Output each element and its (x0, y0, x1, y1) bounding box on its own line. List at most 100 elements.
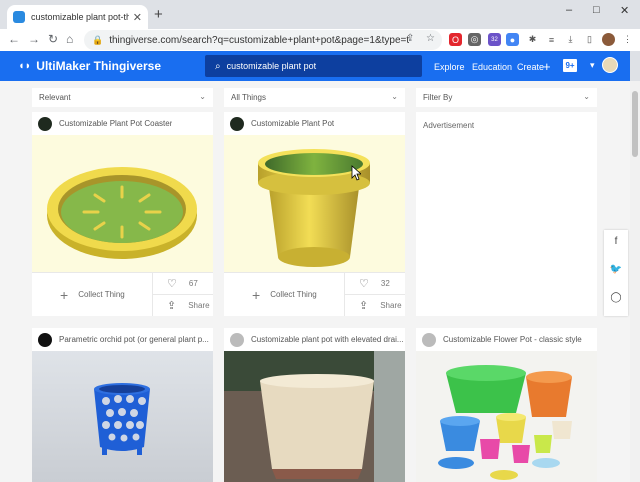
extension-badge-icon[interactable]: 32 (488, 33, 501, 46)
thing-thumbnail[interactable] (224, 351, 405, 482)
like-button[interactable]: ♡ 32 (345, 273, 405, 294)
thing-title[interactable]: Customizable Flower Pot - classic style (443, 335, 582, 344)
lock-icon: 🔒 (92, 34, 104, 45)
bookmark-star-icon[interactable]: ☆ (426, 33, 435, 44)
orchid-pot-render (94, 383, 150, 455)
search-input[interactable] (226, 61, 407, 71)
collect-label: Collect Thing (270, 290, 317, 299)
thing-card[interactable]: Customizable Plant Pot + Collect Thing ♡… (224, 112, 405, 316)
search-results-page: Relevant ⌄ All Things ⌄ Filter By ⌄ Cust… (0, 81, 630, 482)
facebook-icon[interactable]: f (604, 236, 628, 247)
sort-value: Relevant (39, 93, 71, 102)
url-text: thingiverse.com/search?q=customizable+pl… (109, 34, 410, 46)
like-count: 32 (380, 279, 390, 288)
whatsapp-icon[interactable]: ◯ (604, 292, 628, 303)
address-bar[interactable]: 🔒 thingiverse.com/search?q=customizable+… (84, 30, 442, 50)
tab-strip: customizable plant pot-things - ✕ + – □ … (0, 0, 640, 29)
collect-thing-button[interactable]: + Collect Thing (32, 273, 153, 316)
thing-thumbnail[interactable] (32, 351, 213, 482)
window-min-icon[interactable]: – (566, 4, 572, 16)
site-logo[interactable]: ◖◗ UltiMaker Thingiverse (18, 59, 161, 73)
thing-thumbnail[interactable] (224, 135, 405, 272)
sort-dropdown[interactable]: Relevant ⌄ (32, 88, 213, 107)
share-icon: ⇪ (359, 300, 369, 312)
tab-title: customizable plant pot-things - (31, 12, 129, 22)
creator-avatar[interactable] (230, 332, 244, 347)
creator-avatar[interactable] (422, 332, 436, 347)
coaster-render (47, 167, 197, 259)
user-avatar[interactable] (602, 57, 618, 73)
ultimaker-logo-icon: ◖◗ (18, 60, 32, 72)
extension-icon[interactable]: ◎ (468, 33, 481, 46)
window-close-icon[interactable]: ✕ (620, 4, 629, 17)
thing-title[interactable]: Customizable Plant Pot (251, 119, 334, 128)
thing-card[interactable]: Customizable Plant Pot Coaster + Collect… (32, 112, 213, 316)
search-icon: ⌕ (215, 60, 221, 72)
nav-explore[interactable]: Explore (434, 62, 465, 72)
creator-avatar[interactable] (38, 332, 52, 347)
tab-search-icon[interactable]: ≡ (545, 33, 558, 46)
advertisement-label: Advertisement (423, 121, 475, 130)
thing-thumbnail[interactable] (32, 135, 213, 272)
collect-label: Collect Thing (78, 290, 125, 299)
thing-card[interactable]: Customizable plant pot with elevated dra… (224, 328, 405, 482)
share-page-icon[interactable]: ⇪ (406, 33, 414, 44)
new-tab-button[interactable]: + (154, 6, 163, 23)
twitter-icon[interactable]: 🐦 (604, 264, 628, 275)
thing-title[interactable]: Parametric orchid pot (or general plant … (59, 335, 209, 344)
chevron-down-icon: ⌄ (583, 92, 590, 101)
thing-title[interactable]: Customizable Plant Pot Coaster (59, 119, 172, 128)
back-icon[interactable]: ← (8, 32, 20, 46)
notification-badge[interactable]: 9+ (563, 59, 577, 72)
pot-render (258, 149, 370, 267)
thing-card[interactable]: Parametric orchid pot (or general plant … (32, 328, 213, 482)
like-count: 67 (188, 279, 198, 288)
thingiverse-favicon-icon (13, 11, 25, 23)
heart-icon: ♡ (359, 278, 369, 290)
creator-avatar[interactable] (230, 116, 244, 131)
share-button[interactable]: ⇪ Share (153, 294, 213, 316)
side-panel-icon[interactable]: ▯ (583, 33, 596, 46)
share-icon: ⇪ (167, 300, 177, 312)
chevron-down-icon: ⌄ (199, 92, 206, 101)
browser-tab[interactable]: customizable plant pot-things - ✕ (7, 5, 148, 29)
chrome-menu-icon[interactable]: ⋮ (621, 33, 634, 46)
opera-extension-icon[interactable]: O (449, 33, 462, 46)
page-scrollbar[interactable] (630, 81, 640, 482)
filter-value: Filter By (423, 93, 453, 102)
plus-icon: + (252, 286, 261, 303)
close-tab-icon[interactable]: ✕ (133, 11, 142, 24)
thing-title[interactable]: Customizable plant pot with elevated dra… (251, 335, 404, 344)
share-label: Share (188, 301, 210, 310)
nav-education[interactable]: Education (472, 62, 512, 72)
share-label: Share (380, 301, 402, 310)
like-button[interactable]: ♡ 67 (153, 273, 213, 294)
logo-text: UltiMaker Thingiverse (36, 59, 162, 73)
chevron-down-icon[interactable]: ▾ (590, 60, 595, 71)
home-icon[interactable]: ⌂ (66, 32, 73, 46)
flower-pots-render (438, 365, 572, 480)
social-share-bar: f 🐦 ◯ (604, 230, 628, 316)
nav-create[interactable]: Create (517, 62, 544, 72)
type-dropdown[interactable]: All Things ⌄ (224, 88, 405, 107)
collect-thing-button[interactable]: + Collect Thing (224, 273, 345, 316)
reload-icon[interactable]: ↻ (48, 32, 58, 46)
download-icon[interactable]: ⤓ (564, 33, 577, 46)
advertisement-slot: Advertisement (416, 112, 597, 316)
creator-avatar[interactable] (38, 116, 52, 131)
plus-icon: + (60, 286, 69, 303)
drainage-pot-render (224, 351, 405, 482)
site-search[interactable]: ⌕ (205, 55, 422, 77)
window-max-icon[interactable]: □ (593, 4, 600, 16)
scrollbar-thumb[interactable] (632, 91, 638, 157)
profile-avatar[interactable] (602, 33, 615, 46)
filter-dropdown[interactable]: Filter By ⌄ (416, 88, 597, 107)
heart-icon: ♡ (167, 278, 177, 290)
share-button[interactable]: ⇪ Share (345, 294, 405, 316)
puzzle-extensions-icon[interactable]: ✱ (526, 33, 539, 46)
chrome-extension-icon[interactable]: ● (506, 33, 519, 46)
thing-thumbnail[interactable] (416, 351, 597, 482)
forward-icon[interactable]: → (28, 32, 40, 46)
thing-card[interactable]: Customizable Flower Pot - classic style (416, 328, 597, 482)
create-plus-icon[interactable]: + (543, 59, 551, 74)
